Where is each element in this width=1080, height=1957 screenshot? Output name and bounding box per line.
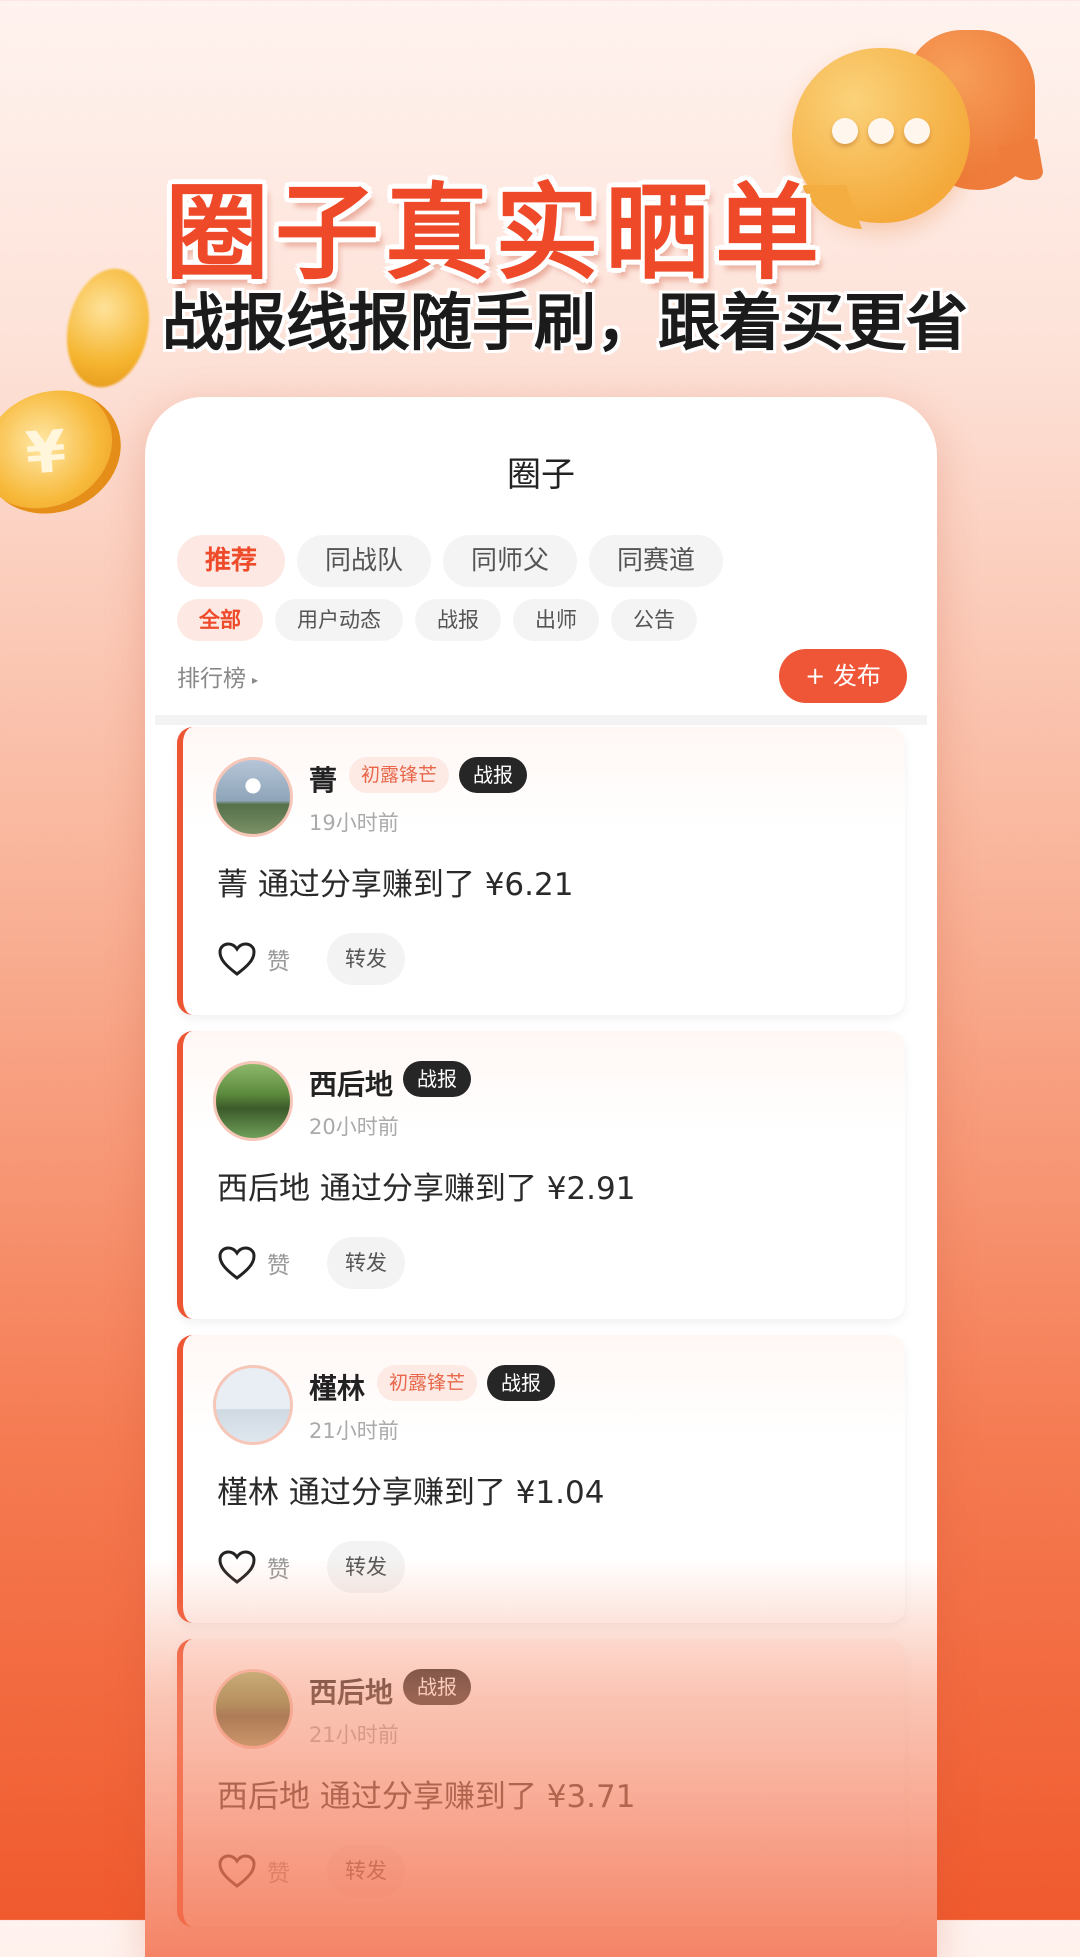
bubble-dot — [832, 118, 858, 144]
post-time: 19小时前 — [309, 811, 399, 835]
like-button[interactable]: 赞 — [217, 1853, 290, 1889]
avatar[interactable] — [213, 1669, 293, 1749]
user-name[interactable]: 菁 — [309, 759, 337, 799]
post-card[interactable]: 西后地 战报 20小时前 西后地 通过分享赚到了 ¥2.91 赞 转发 — [177, 1031, 905, 1319]
circle-tabs: 推荐 同战队 同师父 同赛道 — [177, 535, 724, 587]
page-title: 圈子 — [507, 455, 575, 495]
filter-graduation[interactable]: 出师 — [513, 599, 599, 641]
ranking-label: 排行榜 — [177, 666, 246, 692]
post-card[interactable]: 西后地 战报 21小时前 西后地 通过分享赚到了 ¥3.71 赞 转发 — [177, 1639, 905, 1927]
post-card[interactable]: 槿林 初露锋芒 战报 21小时前 槿林 通过分享赚到了 ¥1.04 赞 转发 — [177, 1335, 905, 1623]
avatar[interactable] — [213, 1365, 293, 1445]
promo-subline: 战报线报随手刷，跟着买更省 — [162, 286, 969, 359]
avatar[interactable] — [213, 1061, 293, 1141]
heart-icon — [218, 1550, 256, 1584]
post-type-tag: 战报 — [487, 1365, 556, 1401]
user-badges: 初露锋芒 战报 — [377, 1365, 556, 1401]
user-name[interactable]: 槿林 — [309, 1367, 365, 1407]
like-label: 赞 — [267, 1861, 290, 1887]
bubble-dot — [868, 118, 894, 144]
like-button[interactable]: 赞 — [217, 941, 290, 977]
level-badge: 初露锋芒 — [349, 757, 450, 793]
avatar[interactable] — [213, 757, 293, 837]
post-time: 21小时前 — [309, 1723, 399, 1747]
yuan-coin-icon: ¥ — [0, 370, 140, 534]
forward-button[interactable]: 转发 — [327, 1845, 405, 1897]
post-time: 20小时前 — [309, 1115, 399, 1139]
like-label: 赞 — [267, 1253, 290, 1279]
like-button[interactable]: 赞 — [217, 1549, 290, 1585]
heart-icon — [218, 942, 256, 976]
user-badges: 战报 — [403, 1061, 471, 1097]
heart-icon — [218, 1246, 256, 1280]
post-time: 21小时前 — [309, 1419, 399, 1443]
filter-battle-report[interactable]: 战报 — [415, 599, 501, 641]
filter-chips: 全部 用户动态 战报 出师 公告 — [177, 599, 697, 641]
divider — [155, 715, 927, 725]
tab-same-mentor[interactable]: 同师父 — [443, 535, 578, 587]
forward-button[interactable]: 转发 — [327, 933, 405, 985]
filter-user-activity[interactable]: 用户动态 — [275, 599, 403, 641]
post-feed: 菁 初露锋芒 战报 19小时前 菁 通过分享赚到了 ¥6.21 赞 转发 西后地… — [177, 727, 905, 1943]
forward-button[interactable]: 转发 — [327, 1541, 405, 1593]
bubble-dot — [904, 118, 930, 144]
publish-button[interactable]: + 发布 — [779, 649, 907, 703]
tab-same-track[interactable]: 同赛道 — [589, 535, 724, 587]
tab-same-team[interactable]: 同战队 — [297, 535, 432, 587]
triangle-right-icon: ▸ — [252, 672, 259, 687]
user-name[interactable]: 西后地 — [309, 1063, 393, 1103]
coin-icon — [56, 260, 160, 396]
post-content: 西后地 通过分享赚到了 ¥2.91 — [217, 1171, 636, 1207]
filter-announcement[interactable]: 公告 — [611, 599, 697, 641]
like-button[interactable]: 赞 — [217, 1245, 290, 1281]
forward-button[interactable]: 转发 — [327, 1237, 405, 1289]
like-label: 赞 — [267, 1557, 290, 1583]
level-badge: 初露锋芒 — [377, 1365, 478, 1401]
user-name[interactable]: 西后地 — [309, 1671, 393, 1711]
like-label: 赞 — [267, 949, 290, 975]
post-content: 菁 通过分享赚到了 ¥6.21 — [217, 867, 574, 903]
user-badges: 战报 — [403, 1669, 471, 1705]
post-type-tag: 战报 — [459, 757, 528, 793]
tab-recommend[interactable]: 推荐 — [177, 535, 286, 587]
post-card[interactable]: 菁 初露锋芒 战报 19小时前 菁 通过分享赚到了 ¥6.21 赞 转发 — [177, 727, 905, 1015]
user-badges: 初露锋芒 战报 — [349, 757, 528, 793]
ranking-link[interactable]: 排行榜 ▸ — [177, 659, 258, 693]
post-type-tag: 战报 — [403, 1669, 471, 1705]
filter-all[interactable]: 全部 — [177, 599, 263, 641]
post-type-tag: 战报 — [403, 1061, 471, 1097]
heart-icon — [218, 1854, 256, 1888]
app-screen: 圈子 推荐 同战队 同师父 同赛道 全部 用户动态 战报 出师 公告 排行榜 ▸ … — [145, 397, 937, 1957]
post-content: 西后地 通过分享赚到了 ¥3.71 — [217, 1779, 636, 1815]
post-content: 槿林 通过分享赚到了 ¥1.04 — [217, 1475, 605, 1511]
